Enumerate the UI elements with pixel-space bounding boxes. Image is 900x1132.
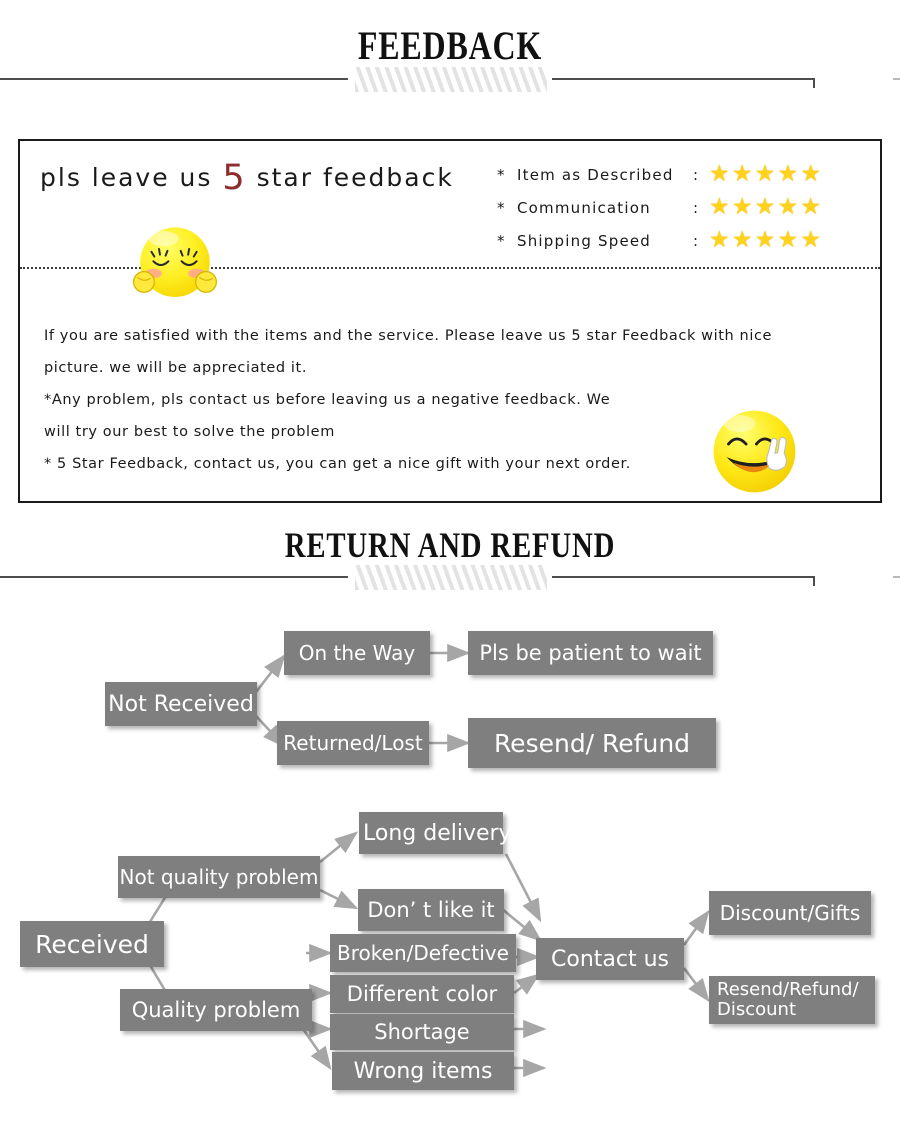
node-not-quality-problem[interactable]: Not quality problem xyxy=(118,856,320,898)
node-pls-be-patient-to-wait[interactable]: Pls be patient to wait xyxy=(468,631,713,675)
node-long-delivery[interactable]: Long delivery xyxy=(359,812,512,854)
node-not-received[interactable]: Not Received xyxy=(105,682,257,726)
node-wrong-items[interactable]: Wrong items xyxy=(332,1052,514,1090)
node-on-the-way[interactable]: On the Way xyxy=(284,631,430,675)
node-line-2: Discount xyxy=(717,999,797,1021)
node-broken-defective[interactable]: Broken/Defective xyxy=(330,934,516,972)
node-quality-problem[interactable]: Quality problem xyxy=(120,989,312,1031)
node-different-color[interactable]: Different color xyxy=(330,975,514,1013)
return-refund-flowchart: Not Received On the Way Pls be patient t… xyxy=(0,0,900,1132)
node-line-1: Resend/Refund/ xyxy=(717,979,859,1000)
node-discount-gifts[interactable]: Discount/Gifts xyxy=(709,891,871,935)
page-root: FEEDBACK pls leave us 5 star feedback * … xyxy=(0,0,900,1132)
node-shortage[interactable]: Shortage xyxy=(330,1014,514,1050)
node-resend-refund[interactable]: Resend/ Refund xyxy=(468,718,716,768)
node-received[interactable]: Received xyxy=(20,921,164,967)
node-resend-refund-discount[interactable]: Resend/Refund/ Discount xyxy=(709,976,875,1024)
node-dont-like-it[interactable]: Don’ t like it xyxy=(358,889,504,931)
node-contact-us[interactable]: Contact us xyxy=(536,938,684,980)
node-returned-lost[interactable]: Returned/Lost xyxy=(277,721,429,765)
